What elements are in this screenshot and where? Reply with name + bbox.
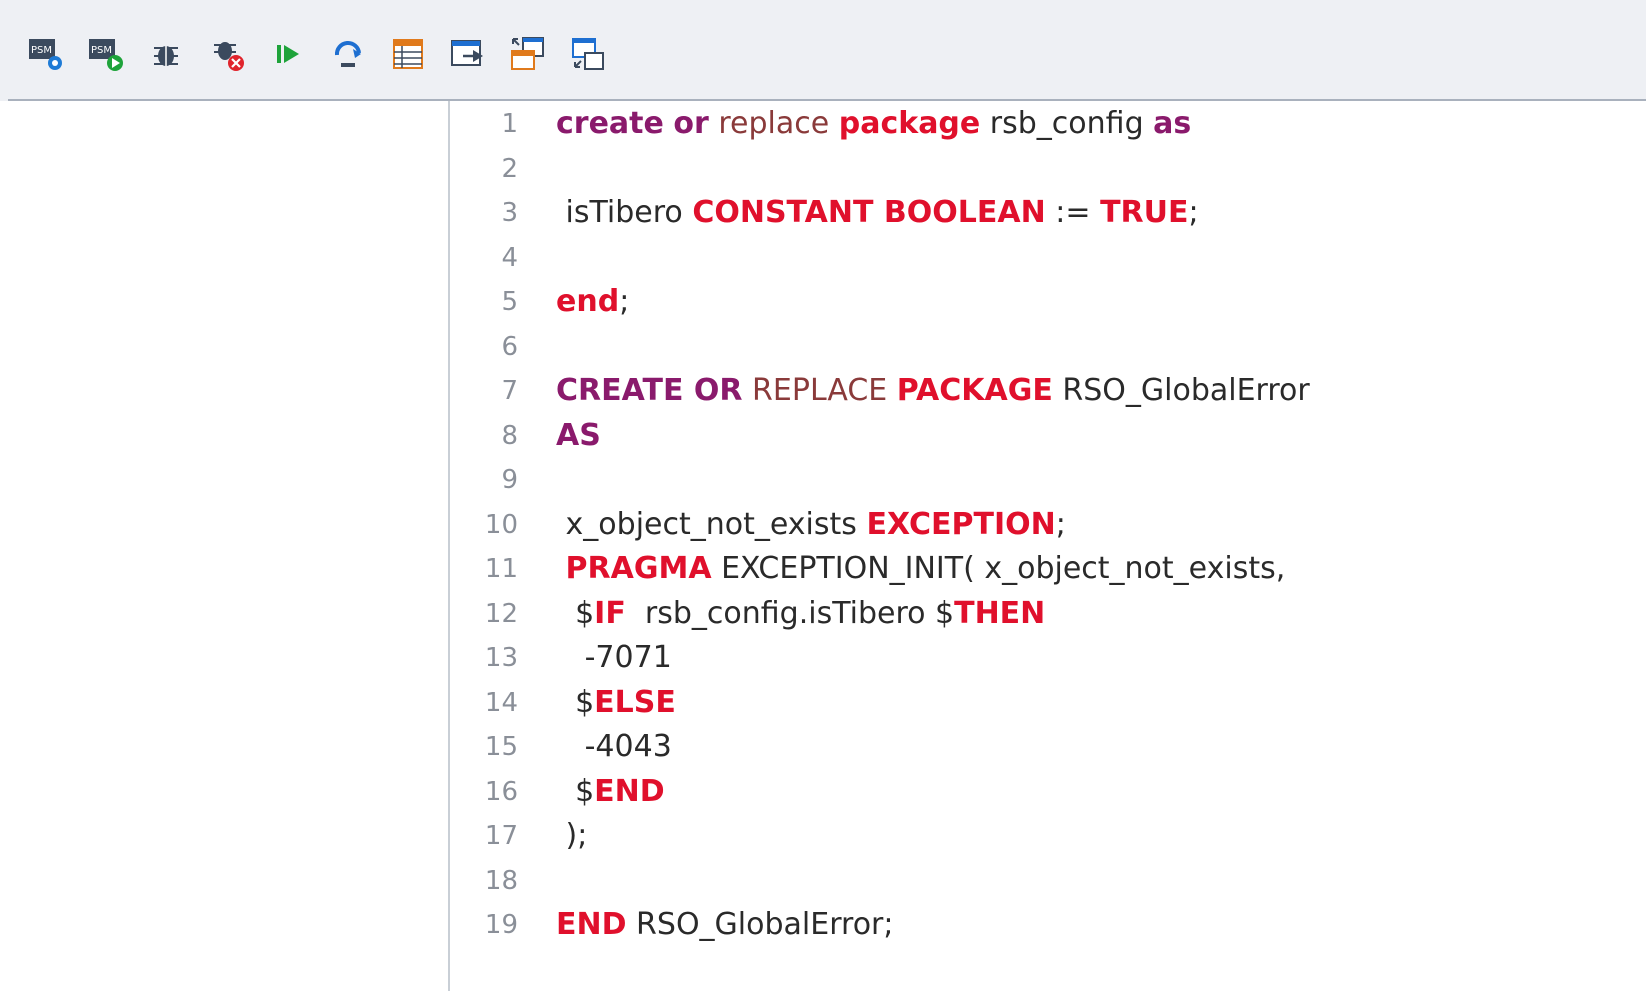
split-view-icon[interactable] xyxy=(508,32,548,76)
psm-run-icon[interactable]: PSM xyxy=(86,32,126,76)
line-number: 12 xyxy=(484,598,518,629)
debug-stop-icon[interactable] xyxy=(208,32,248,76)
code-keyword: PACKAGE xyxy=(896,373,1053,408)
code-text: $ xyxy=(556,595,595,631)
code-keyword: ELSE xyxy=(594,684,676,720)
window-arrow-icon[interactable] xyxy=(448,32,488,76)
code-text: rsb_config xyxy=(980,106,1154,141)
code-text: x_object_not_exists xyxy=(556,506,867,542)
resume-play-icon[interactable] xyxy=(268,32,308,76)
line-number: 4 xyxy=(501,242,518,273)
code-line[interactable]: create or replace package rsb_config as xyxy=(556,101,1191,147)
code-keyword: or xyxy=(673,106,709,141)
code-line[interactable]: isTibero CONSTANT BOOLEAN := TRUE; xyxy=(556,190,1199,236)
step-over-icon[interactable] xyxy=(328,32,368,76)
code-keyword: as xyxy=(1153,106,1192,141)
table-list-icon[interactable] xyxy=(388,32,428,76)
code-line[interactable]: CREATE OR REPLACE PACKAGE RSO_GlobalErro… xyxy=(556,368,1310,414)
code-line[interactable]: -7071 xyxy=(556,635,672,681)
code-text: ; xyxy=(619,284,630,319)
code-line[interactable]: $ELSE xyxy=(556,680,676,726)
code-line[interactable]: -4043 xyxy=(556,724,672,770)
collapse-view-icon[interactable] xyxy=(568,32,608,76)
code-keyword: PRAGMA xyxy=(565,551,712,586)
code-text: rsb_config.isTibero $ xyxy=(625,595,955,631)
code-keyword: END xyxy=(594,773,665,809)
code-text: replace xyxy=(708,106,839,141)
line-number: 11 xyxy=(484,554,518,584)
code-line[interactable]: PRAGMA EXCEPTION_INIT( x_object_not_exis… xyxy=(556,546,1286,592)
code-keyword: END xyxy=(556,907,627,942)
code-text: := xyxy=(1045,195,1101,230)
code-keyword: THEN xyxy=(954,595,1046,631)
code-text: $ xyxy=(556,773,595,809)
line-number: 3 xyxy=(501,198,518,228)
line-number: 2 xyxy=(501,153,518,184)
code-text: RSO_GlobalError; xyxy=(626,907,894,942)
svg-text:PSM: PSM xyxy=(91,45,112,56)
line-number: 10 xyxy=(484,509,518,540)
line-number: 7 xyxy=(501,376,518,406)
code-line[interactable]: AS xyxy=(556,413,601,459)
psm-compile-icon[interactable]: PSM xyxy=(26,32,66,76)
line-number: 17 xyxy=(484,821,518,851)
code-line[interactable]: x_object_not_exists EXCEPTION; xyxy=(556,502,1066,548)
navigator-pane xyxy=(0,101,448,991)
code-text: ); xyxy=(556,818,588,853)
code-line[interactable]: end; xyxy=(556,279,629,325)
code-text: ; xyxy=(1055,506,1066,542)
line-number: 1 xyxy=(501,109,518,139)
code-text: REPLACE xyxy=(742,373,897,408)
line-number: 9 xyxy=(501,465,518,495)
line-number: 19 xyxy=(484,910,518,940)
code-keyword: IF xyxy=(594,595,626,631)
debug-toolbar: PSM PSM xyxy=(0,0,1646,101)
svg-text:PSM: PSM xyxy=(31,45,52,56)
code-keyword: end xyxy=(556,284,620,319)
line-number: 8 xyxy=(501,420,518,451)
code-keyword: package xyxy=(838,106,981,141)
code-text: EXCEPTION_INIT( x_object_not_exists, xyxy=(711,551,1286,586)
code-text: -7071 xyxy=(556,640,672,675)
code-line[interactable]: END RSO_GlobalError; xyxy=(556,902,893,948)
line-number: 15 xyxy=(484,732,518,762)
debug-bug-icon[interactable] xyxy=(146,32,186,76)
line-number: 16 xyxy=(484,776,518,807)
line-number-gutter: 1 2 3 4 5 6 7 8 9 10 11 12 13 14 15 16 17 18 19 xyxy=(448,101,544,991)
code-keyword: CONSTANT BOOLEAN xyxy=(692,195,1046,230)
code-text: $ xyxy=(556,684,595,720)
code-text: RSO_GlobalError xyxy=(1052,373,1310,408)
code-keyword: EXCEPTION xyxy=(866,506,1056,542)
code-keyword: create xyxy=(556,106,664,141)
code-line[interactable]: $IF rsb_config.isTibero $THEN xyxy=(556,591,1045,637)
code-line[interactable]: $END xyxy=(556,769,665,815)
code-text: ; xyxy=(1188,195,1199,230)
code-keyword: TRUE xyxy=(1100,195,1189,230)
code-keyword: CREATE OR xyxy=(556,373,743,408)
line-number: 18 xyxy=(484,865,518,896)
line-number: 6 xyxy=(501,331,518,362)
code-text: isTibero xyxy=(556,195,693,230)
code-editor[interactable]: create or replace package rsb_config as … xyxy=(544,101,1646,991)
code-text: -4043 xyxy=(556,729,672,764)
line-number: 5 xyxy=(501,287,518,317)
code-keyword: AS xyxy=(556,417,601,453)
line-number: 13 xyxy=(484,643,518,673)
line-number: 14 xyxy=(484,687,518,718)
code-line[interactable]: ); xyxy=(556,813,588,859)
